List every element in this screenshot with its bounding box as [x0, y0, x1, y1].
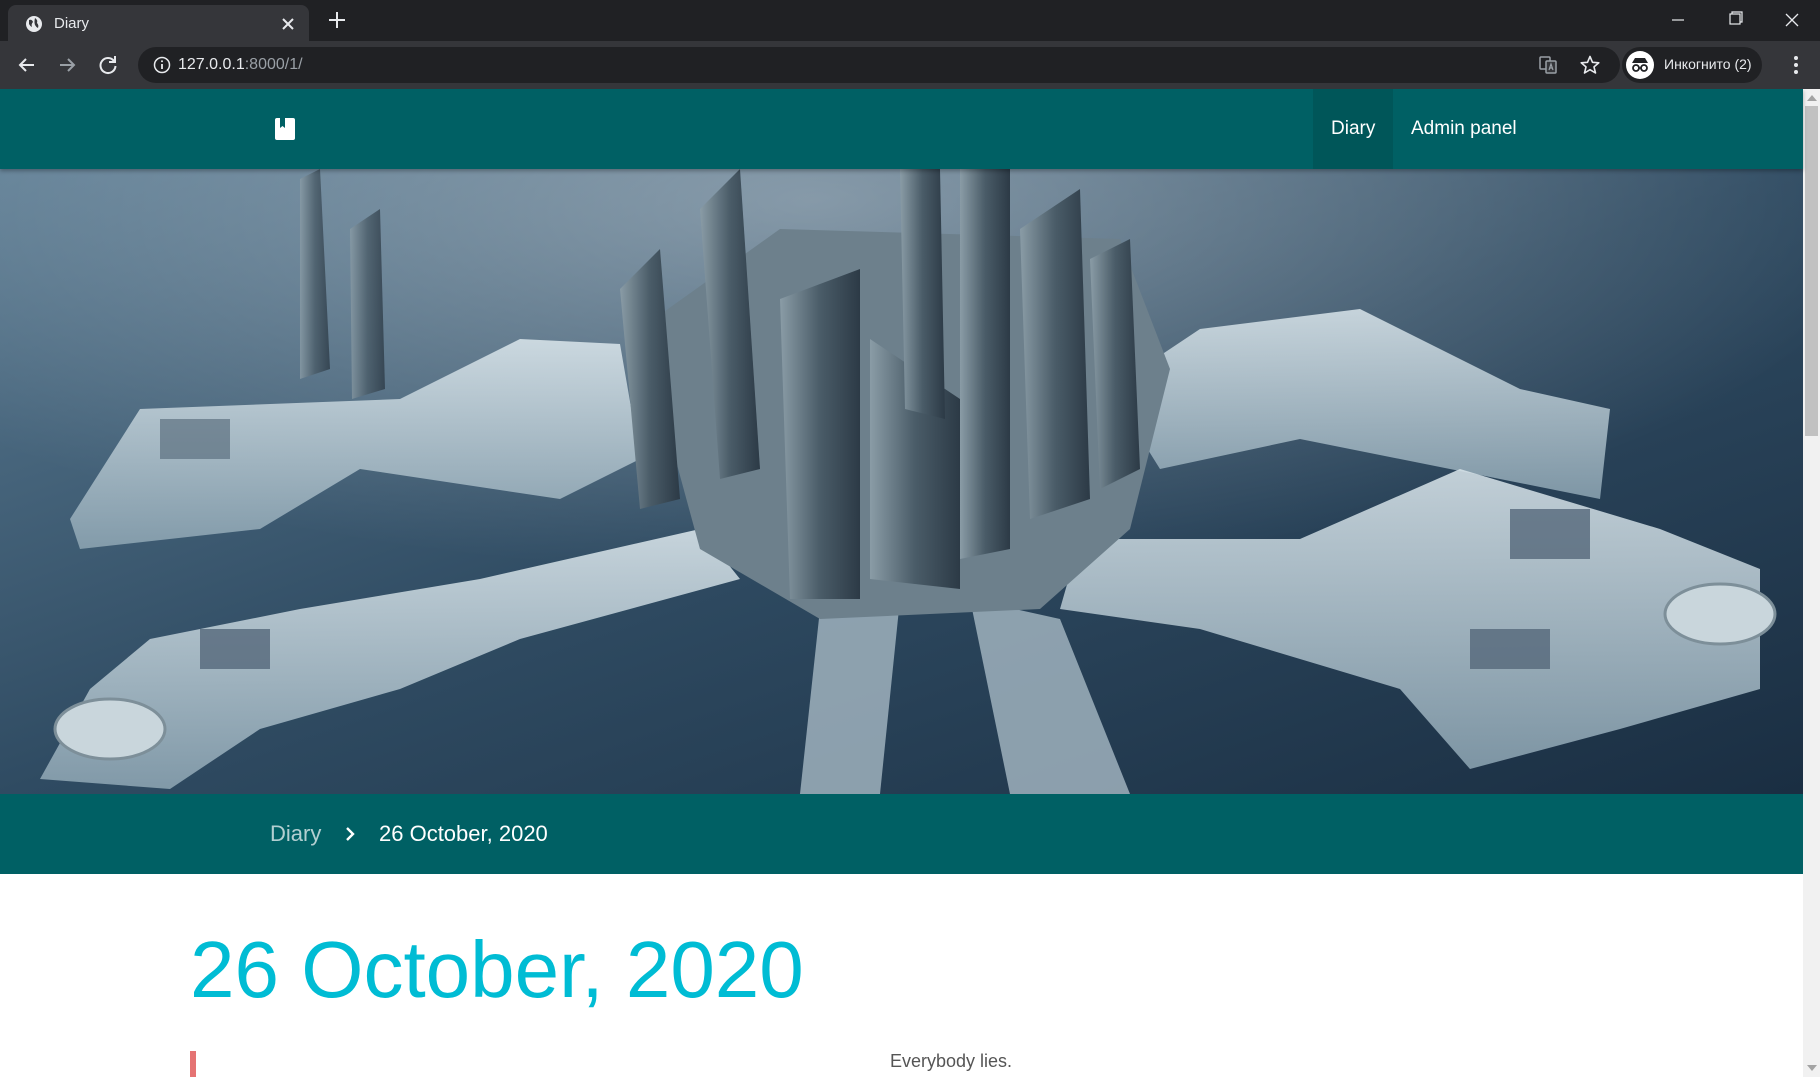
tab-title: Diary [54, 15, 90, 32]
book-icon[interactable] [274, 117, 296, 141]
close-icon[interactable] [278, 14, 298, 34]
browser-tabstrip: Diary [0, 0, 1820, 41]
breadcrumb-link-diary[interactable]: Diary [270, 821, 321, 847]
quote-accent-bar [190, 1051, 196, 1077]
post-body-text: Everybody lies. [890, 1051, 1013, 1071]
chevron-right-icon [346, 827, 355, 841]
url-path: :8000/1/ [244, 56, 303, 73]
nav-item-admin-panel[interactable]: Admin panel [1393, 89, 1535, 169]
page-scrollbar[interactable] [1803, 89, 1820, 1077]
browser-toolbar: 127.0.0.1:8000/1/ Инкогнито (2) [0, 41, 1820, 89]
star-icon[interactable] [1579, 54, 1601, 76]
site-header: Diary Admin panel [0, 89, 1803, 169]
minimize-icon[interactable] [1650, 0, 1706, 41]
scrollbar-thumb[interactable] [1805, 106, 1818, 436]
close-window-icon[interactable] [1764, 0, 1820, 41]
breadcrumb: Diary 26 October, 2020 [0, 794, 1803, 874]
scroll-down-arrow-icon[interactable] [1807, 1065, 1817, 1071]
maximize-icon[interactable] [1707, 0, 1763, 41]
address-bar[interactable]: 127.0.0.1:8000/1/ [138, 47, 1620, 83]
url-host: 127.0.0.1 [178, 56, 245, 73]
page-title: 26 October, 2020 [190, 925, 804, 1014]
reload-icon[interactable] [95, 52, 121, 78]
globe-icon [26, 16, 42, 32]
url-text[interactable]: 127.0.0.1:8000/1/ [178, 56, 303, 74]
page-viewport: Diary Admin panel Diary 26 October, 2020… [0, 89, 1820, 1077]
browser-tab[interactable]: Diary [8, 5, 309, 41]
nav-item-diary[interactable]: Diary [1313, 89, 1394, 169]
incognito-icon [1626, 51, 1654, 79]
info-icon[interactable] [153, 56, 171, 74]
hero-image [0, 169, 1803, 794]
incognito-button[interactable]: Инкогнито (2) [1622, 47, 1762, 83]
back-arrow-icon[interactable] [14, 52, 40, 78]
plus-icon[interactable] [326, 9, 348, 31]
scroll-up-arrow-icon[interactable] [1807, 95, 1817, 101]
more-vert-icon[interactable] [1786, 53, 1806, 77]
incognito-label: Инкогнито (2) [1664, 56, 1752, 72]
breadcrumb-current: 26 October, 2020 [379, 821, 548, 846]
translate-icon[interactable] [1538, 55, 1558, 75]
forward-arrow-icon[interactable] [54, 52, 80, 78]
